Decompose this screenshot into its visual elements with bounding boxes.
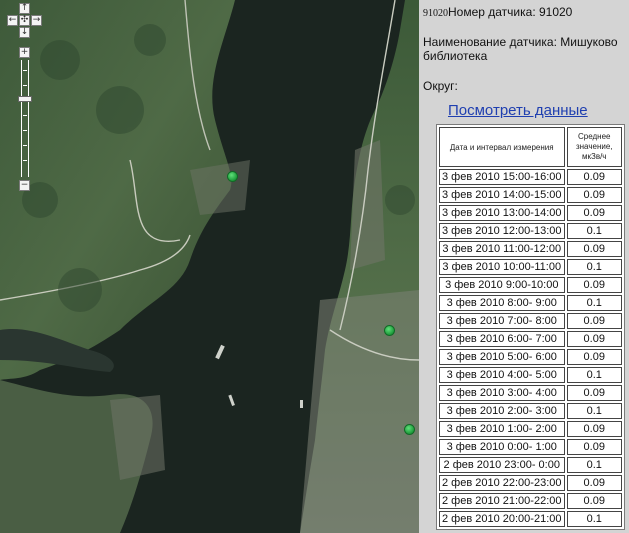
cell-value: 0.1: [566, 367, 622, 383]
table-row: 3 фев 2010 7:00- 8:00 0.09: [439, 313, 622, 329]
cell-interval: 3 фев 2010 2:00- 3:00: [439, 403, 565, 419]
cell-value: 0.09: [566, 313, 622, 329]
table-row: 3 фев 2010 11:00-12:00 0.09: [439, 241, 622, 257]
cell-value: 0.09: [566, 277, 622, 293]
table-row: 3 фев 2010 6:00- 7:00 0.09: [439, 331, 622, 347]
cell-interval: 2 фев 2010 21:00-22:00: [439, 493, 565, 509]
cell-interval: 2 фев 2010 22:00-23:00: [439, 475, 565, 491]
cell-interval: 3 фев 2010 9:00-10:00: [439, 277, 565, 293]
table-row: 2 фев 2010 21:00-22:00 0.09: [439, 493, 622, 509]
table-row: 3 фев 2010 1:00- 2:00 0.09: [439, 421, 622, 437]
zoom-tick: [23, 85, 27, 86]
cell-value: 0.1: [566, 511, 622, 527]
pan-left-button[interactable]: ←: [7, 15, 18, 26]
pan-right-button[interactable]: →: [31, 15, 42, 26]
zoom-tick: [23, 160, 27, 161]
cell-interval: 3 фев 2010 0:00- 1:00: [439, 439, 565, 455]
sensor-marker[interactable]: [227, 171, 238, 182]
sensor-name-label: Наименование датчика: Мишуково библиотек…: [423, 35, 618, 63]
table-row: 3 фев 2010 12:00-13:00 0.1: [439, 223, 622, 239]
zoom-slider-handle[interactable]: [18, 96, 32, 102]
sensor-number-label: Номер датчика: 91020: [448, 5, 573, 19]
cell-interval: 3 фев 2010 13:00-14:00: [439, 205, 565, 221]
column-header-value: Среднее значение, мкЗв/ч: [566, 127, 622, 167]
table-row: 3 фев 2010 4:00- 5:00 0.1: [439, 367, 622, 383]
cell-value: 0.09: [566, 385, 622, 401]
cell-value: 0.09: [566, 205, 622, 221]
table-row: 3 фев 2010 14:00-15:00 0.09: [439, 187, 622, 203]
sensor-marker[interactable]: [404, 424, 415, 435]
zoom-tick: [23, 130, 27, 131]
cell-value: 0.09: [566, 169, 622, 185]
measurements-table: Дата и интервал измерения Среднее значен…: [436, 124, 625, 530]
district-label: Округ:: [423, 79, 458, 93]
cell-value: 0.09: [566, 439, 622, 455]
cell-value: 0.1: [566, 295, 622, 311]
map-imagery: [0, 0, 419, 533]
table-row: 3 фев 2010 13:00-14:00 0.09: [439, 205, 622, 221]
pan-down-button[interactable]: ↓: [19, 27, 30, 38]
sensor-header: 91020Номер датчика: 91020: [423, 5, 572, 19]
cell-value: 0.1: [566, 259, 622, 275]
cell-interval: 3 фев 2010 5:00- 6:00: [439, 349, 565, 365]
cell-interval: 3 фев 2010 12:00-13:00: [439, 223, 565, 239]
cell-interval: 3 фев 2010 15:00-16:00: [439, 169, 565, 185]
table-row: 3 фев 2010 9:00-10:00 0.09: [439, 277, 622, 293]
satellite-map[interactable]: ↑ ← ✣ → ↓ + −: [0, 0, 419, 533]
zoom-out-button[interactable]: −: [19, 180, 30, 191]
cell-interval: 3 фев 2010 6:00- 7:00: [439, 331, 565, 347]
cell-value: 0.09: [566, 187, 622, 203]
zoom-tick: [23, 145, 27, 146]
pan-center-button[interactable]: ✣: [19, 15, 30, 26]
cell-value: 0.09: [566, 493, 622, 509]
cell-value: 0.09: [566, 331, 622, 347]
table-row: 3 фев 2010 10:00-11:00 0.1: [439, 259, 622, 275]
zoom-in-button[interactable]: +: [19, 47, 30, 58]
cell-interval: 2 фев 2010 23:00- 0:00: [439, 457, 565, 473]
table-row: 3 фев 2010 0:00- 1:00 0.09: [439, 439, 622, 455]
cell-interval: 3 фев 2010 7:00- 8:00: [439, 313, 565, 329]
table-row: 2 фев 2010 22:00-23:00 0.09: [439, 475, 622, 491]
cell-value: 0.1: [566, 223, 622, 239]
table-row: 3 фев 2010 15:00-16:00 0.09: [439, 169, 622, 185]
cell-interval: 3 фев 2010 8:00- 9:00: [439, 295, 565, 311]
table-row: 2 фев 2010 20:00-21:00 0.1: [439, 511, 622, 527]
table-row: 2 фев 2010 23:00- 0:00 0.1: [439, 457, 622, 473]
cell-interval: 3 фев 2010 10:00-11:00: [439, 259, 565, 275]
cell-value: 0.1: [566, 457, 622, 473]
column-header-interval: Дата и интервал измерения: [439, 127, 565, 167]
table-row: 3 фев 2010 2:00- 3:00 0.1: [439, 403, 622, 419]
view-data-link[interactable]: Посмотреть данные: [448, 102, 588, 119]
cell-interval: 3 фев 2010 1:00- 2:00: [439, 421, 565, 437]
zoom-tick: [23, 70, 27, 71]
cell-value: 0.1: [566, 403, 622, 419]
cell-interval: 3 фев 2010 3:00- 4:00: [439, 385, 565, 401]
cell-interval: 3 фев 2010 11:00-12:00: [439, 241, 565, 257]
cell-interval: 3 фев 2010 14:00-15:00: [439, 187, 565, 203]
zoom-tick: [23, 115, 27, 116]
sensor-info-panel: 91020Номер датчика: 91020 Наименование д…: [419, 0, 629, 533]
cell-interval: 2 фев 2010 20:00-21:00: [439, 511, 565, 527]
cell-value: 0.09: [566, 475, 622, 491]
sensor-id-small: 91020: [423, 8, 448, 19]
cell-value: 0.09: [566, 241, 622, 257]
cell-interval: 3 фев 2010 4:00- 5:00: [439, 367, 565, 383]
table-header-row: Дата и интервал измерения Среднее значен…: [439, 127, 622, 167]
table-row: 3 фев 2010 5:00- 6:00 0.09: [439, 349, 622, 365]
table-row: 3 фев 2010 3:00- 4:00 0.09: [439, 385, 622, 401]
table-row: 3 фев 2010 8:00- 9:00 0.1: [439, 295, 622, 311]
pan-up-button[interactable]: ↑: [19, 3, 30, 14]
cell-value: 0.09: [566, 421, 622, 437]
sensor-marker[interactable]: [384, 325, 395, 336]
cell-value: 0.09: [566, 349, 622, 365]
